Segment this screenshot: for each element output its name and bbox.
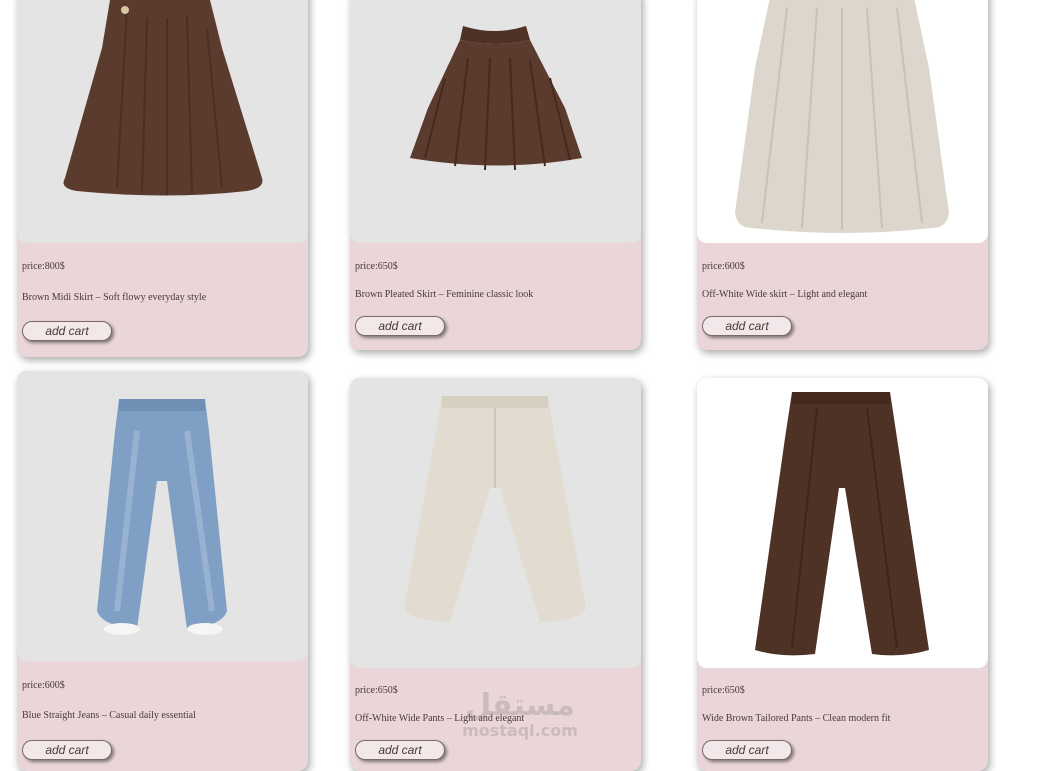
product-price: price:650$ <box>702 685 745 696</box>
product-description: Wide Brown Tailored Pants – Clean modern… <box>702 713 891 724</box>
product-price: price:800$ <box>22 261 65 272</box>
product-card: price:800$ Brown Midi Skirt – Soft flowy… <box>17 0 308 357</box>
product-description: Brown Midi Skirt – Soft flowy everyday s… <box>22 292 207 303</box>
product-card: price:650$ Wide Brown Tailored Pants – C… <box>697 378 988 771</box>
product-price: price:600$ <box>22 680 65 691</box>
product-image <box>350 0 641 243</box>
off-white-wide-pants-image <box>404 396 586 622</box>
add-cart-button[interactable]: add cart <box>355 316 445 336</box>
product-description: Brown Pleated Skirt – Feminine classic l… <box>355 289 534 300</box>
product-image <box>697 378 988 668</box>
product-card: price:650$ Brown Pleated Skirt – Feminin… <box>350 0 641 350</box>
wide-brown-tailored-pants-image <box>755 392 929 656</box>
product-card: price:600$ Off-White Wide skirt – Light … <box>697 0 988 350</box>
product-image <box>17 0 308 243</box>
product-image <box>17 371 308 661</box>
watermark-latin: mostaql.com <box>462 721 578 740</box>
product-card: price:600$ Blue Straight Jeans – Casual … <box>17 371 308 771</box>
brown-pleated-skirt-image <box>410 26 582 171</box>
add-cart-button[interactable]: add cart <box>702 740 792 760</box>
product-description: Off-White Wide skirt – Light and elegant <box>702 289 868 300</box>
add-cart-button[interactable]: add cart <box>22 321 112 341</box>
brown-midi-skirt-image <box>63 0 263 196</box>
product-image <box>350 378 641 668</box>
product-price: price:650$ <box>355 685 398 696</box>
watermark: مستقل mostaql.com <box>455 690 585 740</box>
add-cart-button[interactable]: add cart <box>702 316 792 336</box>
add-cart-button[interactable]: add cart <box>22 740 112 760</box>
watermark-arabic: مستقل <box>465 688 575 723</box>
product-description: Blue Straight Jeans – Casual daily essen… <box>22 710 196 721</box>
off-white-wide-skirt-image <box>735 0 949 233</box>
blue-straight-jeans-image <box>97 399 227 635</box>
product-image <box>697 0 988 243</box>
product-price: price:600$ <box>702 261 745 272</box>
add-cart-button[interactable]: add cart <box>355 740 445 760</box>
product-price: price:650$ <box>355 261 398 272</box>
